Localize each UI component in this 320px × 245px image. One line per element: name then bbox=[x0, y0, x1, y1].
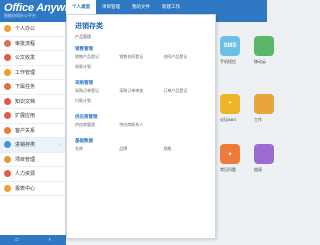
menu-category-icon bbox=[4, 25, 11, 33]
sidebar-item-label: 进销存类 bbox=[15, 142, 36, 149]
section-links: 销售产品登记 销售合同登记 合同产品登记收款计划 bbox=[75, 54, 209, 74]
app-tile-label: 工作 bbox=[254, 117, 262, 122]
submenu-link[interactable]: 采购订单登记 bbox=[75, 88, 119, 94]
app-tile-label: 链接 bbox=[254, 167, 262, 172]
panel-sections: 销售管理销售产品登记 销售合同登记 合同产品登记收款计划采购管理采购订单登记 采购订单… bbox=[73, 46, 209, 156]
submenu-link[interactable]: 规格 bbox=[163, 146, 207, 152]
menu-category-icon bbox=[4, 83, 11, 91]
menu-category-icon bbox=[4, 97, 11, 105]
app-tile-icon[interactable]: SMS bbox=[220, 36, 240, 56]
sidebar-item[interactable]: 工作管理 bbox=[0, 66, 65, 80]
product-management-link[interactable]: 产品管理 bbox=[75, 34, 209, 40]
submenu-link[interactable]: 供应商联系人 bbox=[119, 122, 163, 128]
menu-section: 采购管理采购订单登记 采购订单审核 订单产品登记付款计划 bbox=[73, 80, 209, 108]
section-links: 仓库 品牌 规格 bbox=[75, 146, 209, 156]
menu-section: 基础数据仓库 品牌 规格 bbox=[73, 138, 209, 156]
app-subtitle: 智能协同办公平台 bbox=[4, 13, 36, 18]
sidebar-item[interactable]: 知识文档 bbox=[0, 95, 65, 109]
submenu-link[interactable]: 合同产品登记 bbox=[163, 54, 207, 60]
app-tile-icon[interactable]: ❞ bbox=[220, 94, 240, 114]
submenu-link[interactable]: 供应商管理 bbox=[75, 122, 119, 128]
app-tile-icon[interactable] bbox=[254, 144, 274, 164]
submenu-link[interactable]: 销售合同登记 bbox=[119, 54, 163, 60]
sidebar-item[interactable]: 项目管理 bbox=[0, 153, 65, 167]
section-title: 销售管理 bbox=[75, 46, 93, 51]
sidebar-item-label: 个人办公 bbox=[15, 26, 36, 33]
sidebar-item[interactable]: 客户关系 bbox=[0, 124, 65, 138]
sidebar-item[interactable]: 报表中心 bbox=[0, 182, 65, 196]
sidebar-item-label: 项目管理 bbox=[15, 156, 36, 163]
sidebar-item-label: 工作管理 bbox=[15, 69, 36, 76]
top-navigation: 个人桌面 项目管理 我的文件 新建工作 bbox=[66, 0, 186, 14]
menu-category-icon bbox=[4, 68, 11, 76]
menu-section: 销售管理销售产品登记 销售合同登记 合同产品登记收款计划 bbox=[73, 46, 209, 74]
app-tile-label: 常见问题 bbox=[220, 167, 236, 172]
sidebar-item-label: 扩展应用 bbox=[15, 113, 36, 120]
collapse-icon[interactable]: ‹ bbox=[49, 237, 51, 243]
home-icon[interactable]: ⌂ bbox=[15, 237, 19, 243]
app-tile-icon[interactable] bbox=[254, 36, 274, 56]
sidebar-item[interactable]: 审批流程 bbox=[0, 37, 65, 51]
submenu-link[interactable]: 品牌 bbox=[119, 146, 163, 152]
submenu-link[interactable]: 采购订单审核 bbox=[119, 88, 163, 94]
app-tiles: SMS 手机短信 ❞ 论坛BBS ✦ 常见问题 移动云工作链接 bbox=[216, 22, 274, 245]
submenu-link[interactable]: 销售产品登记 bbox=[75, 54, 119, 60]
sidebar-item-label: 公文收发 bbox=[15, 55, 36, 62]
sidebar-item-label: 客户关系 bbox=[15, 127, 36, 134]
submenu-link[interactable]: 付款计划 bbox=[75, 98, 119, 104]
section-title: 采购管理 bbox=[75, 80, 93, 85]
menu-category-icon bbox=[4, 155, 11, 163]
menu-category-icon bbox=[4, 126, 11, 134]
chevron-right-icon: › bbox=[59, 142, 61, 148]
app-tile-icon[interactable]: ✦ bbox=[220, 144, 240, 164]
sidebar-menu: 个人办公审批流程公文收发工作管理下属任务知识文档扩展应用客户关系进销存类 › 项目管… bbox=[0, 22, 65, 196]
tab-personal-desktop[interactable]: 个人桌面 bbox=[66, 0, 96, 14]
menu-section: 供应商管理 供应商管理 供应商联系人 bbox=[73, 114, 209, 132]
sidebar-footer: ⌂ ‹ bbox=[0, 235, 66, 245]
tab-my-files[interactable]: 我的文件 bbox=[126, 0, 156, 14]
menu-category-icon bbox=[4, 184, 11, 192]
section-links: 供应商管理 供应商联系人 bbox=[75, 122, 209, 132]
sidebar-item-label: 人力资源 bbox=[15, 171, 36, 178]
app-tile-label: 移动云 bbox=[254, 59, 266, 64]
app-tile-label: 手机短信 bbox=[220, 59, 236, 64]
sidebar-item-label: 下属任务 bbox=[15, 84, 36, 91]
sidebar-item[interactable]: 扩展应用 bbox=[0, 109, 65, 124]
app-tile-icon[interactable] bbox=[254, 94, 274, 114]
panel-title: 进销存类 bbox=[75, 23, 103, 30]
sidebar-item-label: 报表中心 bbox=[15, 185, 36, 192]
section-title: 供应商管理 bbox=[75, 114, 98, 119]
submenu-link[interactable]: 订单产品登记 bbox=[163, 88, 207, 94]
sidebar: 个人办公审批流程公文收发工作管理下属任务知识文档扩展应用客户关系进销存类 › 项目管… bbox=[0, 22, 66, 245]
section-title: 基础数据 bbox=[75, 138, 93, 143]
submenu-link[interactable]: 收款计划 bbox=[75, 64, 119, 70]
sidebar-item[interactable]: 公文收发 bbox=[0, 51, 65, 66]
sidebar-item[interactable]: 进销存类 › bbox=[0, 138, 65, 153]
sidebar-item-label: 审批流程 bbox=[15, 40, 36, 47]
menu-category-icon bbox=[4, 54, 11, 62]
sidebar-item[interactable]: 下属任务 bbox=[0, 80, 65, 95]
submenu-panel: 进销存类 产品管理 销售管理销售产品登记 销售合同登记 合同产品登记收款计划采购管理… bbox=[66, 14, 216, 239]
menu-category-icon bbox=[4, 170, 11, 178]
sidebar-item[interactable]: 人力资源 bbox=[0, 167, 65, 182]
section-links: 采购订单登记 采购订单审核 订单产品登记付款计划 bbox=[75, 88, 209, 108]
menu-category-icon bbox=[4, 39, 11, 47]
submenu-link[interactable]: 仓库 bbox=[75, 146, 119, 152]
sidebar-item-label: 知识文档 bbox=[15, 98, 36, 105]
menu-category-icon bbox=[4, 141, 11, 149]
sidebar-item[interactable]: 个人办公 bbox=[0, 22, 65, 37]
app-tile-label: 论坛BBS bbox=[220, 117, 237, 122]
tab-project-management[interactable]: 项目管理 bbox=[96, 0, 126, 14]
tab-new-work[interactable]: 新建工作 bbox=[156, 0, 186, 14]
menu-category-icon bbox=[4, 112, 11, 120]
